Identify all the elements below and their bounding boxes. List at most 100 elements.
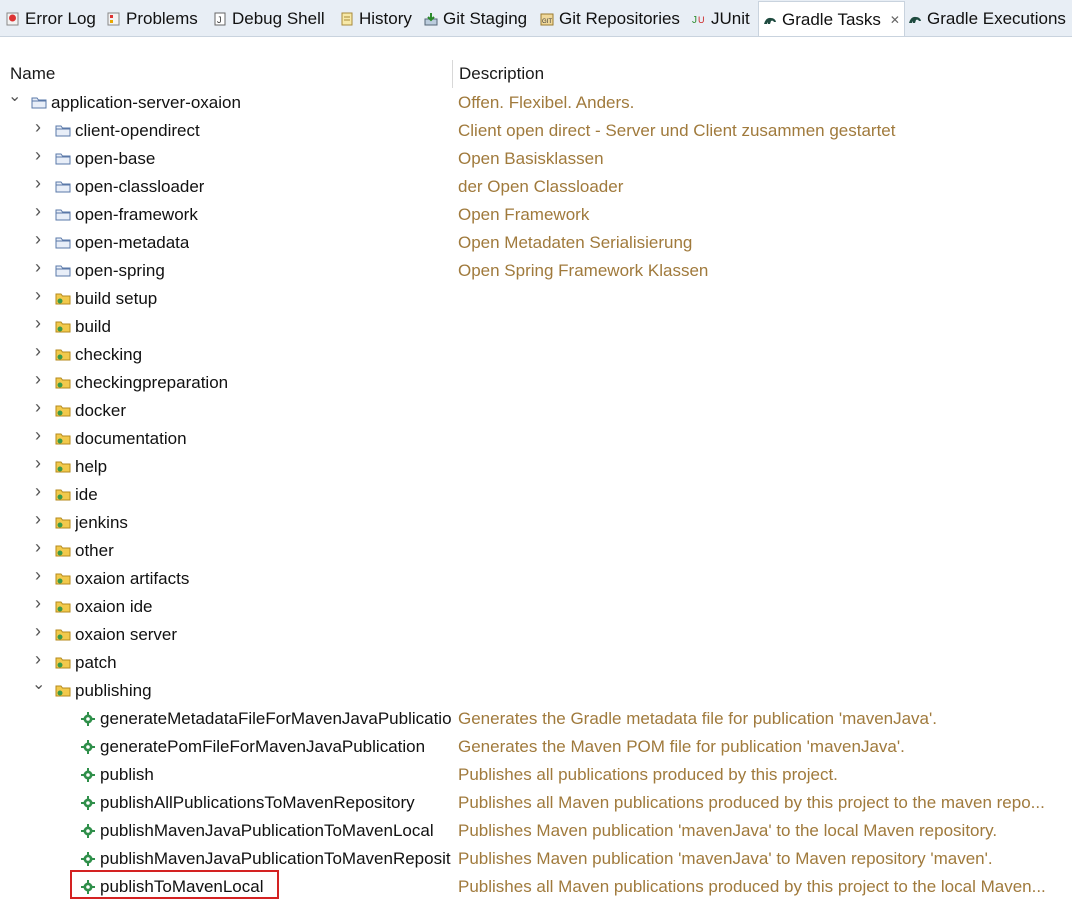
chevron-right-icon[interactable]: › (32, 174, 44, 192)
chevron-down-icon[interactable]: ⌄ (32, 677, 45, 693)
chevron-right-icon[interactable]: › (32, 426, 44, 444)
column-divider[interactable] (452, 60, 453, 88)
tree-row[interactable]: › checkingpreparation (0, 369, 1072, 397)
tree-item-name: jenkins (75, 513, 128, 532)
tree-row[interactable]: › ide (0, 481, 1072, 509)
chevron-right-icon[interactable]: › (32, 594, 44, 612)
tree-row[interactable]: › help (0, 453, 1072, 481)
history-icon (341, 12, 353, 25)
chevron-right-icon[interactable]: › (32, 398, 44, 416)
task-group-folder-icon (55, 545, 71, 557)
chevron-right-icon[interactable]: › (32, 258, 44, 276)
tree-row[interactable]: › jenkins (0, 509, 1072, 537)
task-row[interactable]: publishMavenJavaPublicationToMavenReposi… (0, 845, 1072, 873)
tree-item-name: oxaion artifacts (75, 569, 190, 588)
tab-gradle-tasks[interactable]: Gradle Tasks ✕ (758, 1, 905, 36)
tree-item-name: help (75, 457, 108, 476)
chevron-right-icon[interactable]: › (32, 538, 44, 556)
tree-row[interactable]: › docker (0, 397, 1072, 425)
tree-item-description: Generates the Maven POM file for publica… (458, 737, 905, 756)
tree-row[interactable]: ⌄ application-server-oxaion Offen. Flexibe… (0, 89, 1072, 117)
tab-label: Debug Shell (232, 8, 325, 28)
tree-item-description: Open Metadaten Serialisierung (458, 233, 693, 252)
tab-git-repositories[interactable]: GIT Git Repositories (540, 2, 680, 35)
project-folder-icon (55, 181, 71, 193)
chevron-right-icon[interactable]: › (32, 622, 44, 640)
tree-item-name: other (75, 541, 114, 560)
task-group-folder-icon (55, 433, 71, 445)
tree-item-name: ide (75, 485, 98, 504)
gradle-task-icon (81, 740, 95, 754)
task-group-folder-icon (55, 685, 71, 697)
tab-history[interactable]: History (340, 2, 412, 35)
task-row[interactable]: publish Publishes all publications produc… (0, 761, 1072, 789)
tab-problems[interactable]: Problems (107, 2, 198, 35)
tree-row[interactable]: › oxaion server (0, 621, 1072, 649)
chevron-down-icon[interactable]: ⌄ (8, 89, 21, 105)
project-folder-icon (55, 153, 71, 165)
chevron-right-icon[interactable]: › (32, 342, 44, 360)
tree-row[interactable]: › build (0, 313, 1072, 341)
column-header-description[interactable]: Description (459, 64, 544, 84)
tree-item-name: checking (75, 345, 143, 364)
tree-item-name: publishAllPublicationsToMavenRepository (100, 793, 415, 812)
tree-row[interactable]: › oxaion artifacts (0, 565, 1072, 593)
tree-item-name: publishMavenJavaPublicationToMavenLocal (100, 821, 434, 840)
tab-debug-shell[interactable]: J Debug Shell (213, 2, 325, 35)
chevron-right-icon[interactable]: › (32, 650, 44, 668)
gradle-icon (909, 16, 921, 23)
task-row[interactable]: publishAllPublicationsToMavenRepository P… (0, 789, 1072, 817)
task-row[interactable]: generatePomFileForMavenJavaPublication Ge… (0, 733, 1072, 761)
tree-row[interactable]: › other (0, 537, 1072, 565)
task-row[interactable]: generateMetadataFileForMavenJavaPublicat… (0, 705, 1072, 733)
tree-row[interactable]: › oxaion ide (0, 593, 1072, 621)
tree-row[interactable]: › open-base Open Basisklassen (0, 145, 1072, 173)
chevron-right-icon[interactable]: › (32, 454, 44, 472)
svg-text:U: U (698, 15, 705, 25)
tab-gradle-executions[interactable]: Gradle Executions (908, 2, 1066, 35)
tree-row[interactable]: › open-classloader der Open Classloader (0, 173, 1072, 201)
tree-row[interactable]: › open-framework Open Framework (0, 201, 1072, 229)
tree-item-name: open-spring (75, 261, 165, 280)
tree-row[interactable]: › documentation (0, 425, 1072, 453)
task-group-folder-icon (55, 293, 71, 305)
tree-item-name: open-metadata (75, 233, 190, 252)
tree-item-description: Open Spring Framework Klassen (458, 261, 709, 280)
tree-row[interactable]: › client-opendirect Client open direct - S… (0, 117, 1072, 145)
chevron-right-icon[interactable]: › (32, 566, 44, 584)
chevron-right-icon[interactable]: › (32, 202, 44, 220)
close-icon[interactable]: ✕ (890, 13, 900, 27)
chevron-right-icon[interactable]: › (32, 230, 44, 248)
task-group-folder-icon (55, 377, 71, 389)
tree-row[interactable]: › checking (0, 341, 1072, 369)
tree-row[interactable]: › open-spring Open Spring Framework Klasse… (0, 257, 1072, 285)
tree-row[interactable]: › open-metadata Open Metadaten Serialisier… (0, 229, 1072, 257)
column-header-name[interactable]: Name (10, 64, 55, 84)
task-row[interactable]: publishMavenJavaPublicationToMavenLocal P… (0, 817, 1072, 845)
chevron-right-icon[interactable]: › (32, 510, 44, 528)
chevron-right-icon[interactable]: › (32, 370, 44, 388)
tree-row[interactable]: › patch (0, 649, 1072, 677)
tree-item-description: Generates the Gradle metadata file for p… (458, 709, 937, 728)
gradle-icon (764, 17, 776, 24)
tree-row[interactable]: › build setup (0, 285, 1072, 313)
tab-junit[interactable]: JU JUnit (692, 2, 750, 35)
tree-item-description: Publishes all publications produced by t… (458, 765, 838, 784)
tree-item-name: build setup (75, 289, 158, 308)
task-group-folder-icon (55, 629, 71, 641)
chevron-right-icon[interactable]: › (32, 482, 44, 500)
tab-label: Git Staging (443, 8, 528, 28)
error-log-icon (6, 12, 19, 25)
tab-error-log[interactable]: Error Log (6, 2, 96, 35)
tree-item-name: publish (100, 765, 154, 784)
gradle-task-icon (81, 852, 95, 866)
chevron-right-icon[interactable]: › (32, 146, 44, 164)
tab-git-staging[interactable]: Git Staging (424, 2, 527, 35)
chevron-right-icon[interactable]: › (32, 286, 44, 304)
tab-label: Git Repositories (559, 8, 680, 28)
tree-row[interactable]: ⌄ publishing (0, 677, 1072, 705)
task-group-folder-icon (55, 461, 71, 473)
chevron-right-icon[interactable]: › (32, 314, 44, 332)
gradle-task-icon (81, 796, 95, 810)
chevron-right-icon[interactable]: › (32, 118, 44, 136)
